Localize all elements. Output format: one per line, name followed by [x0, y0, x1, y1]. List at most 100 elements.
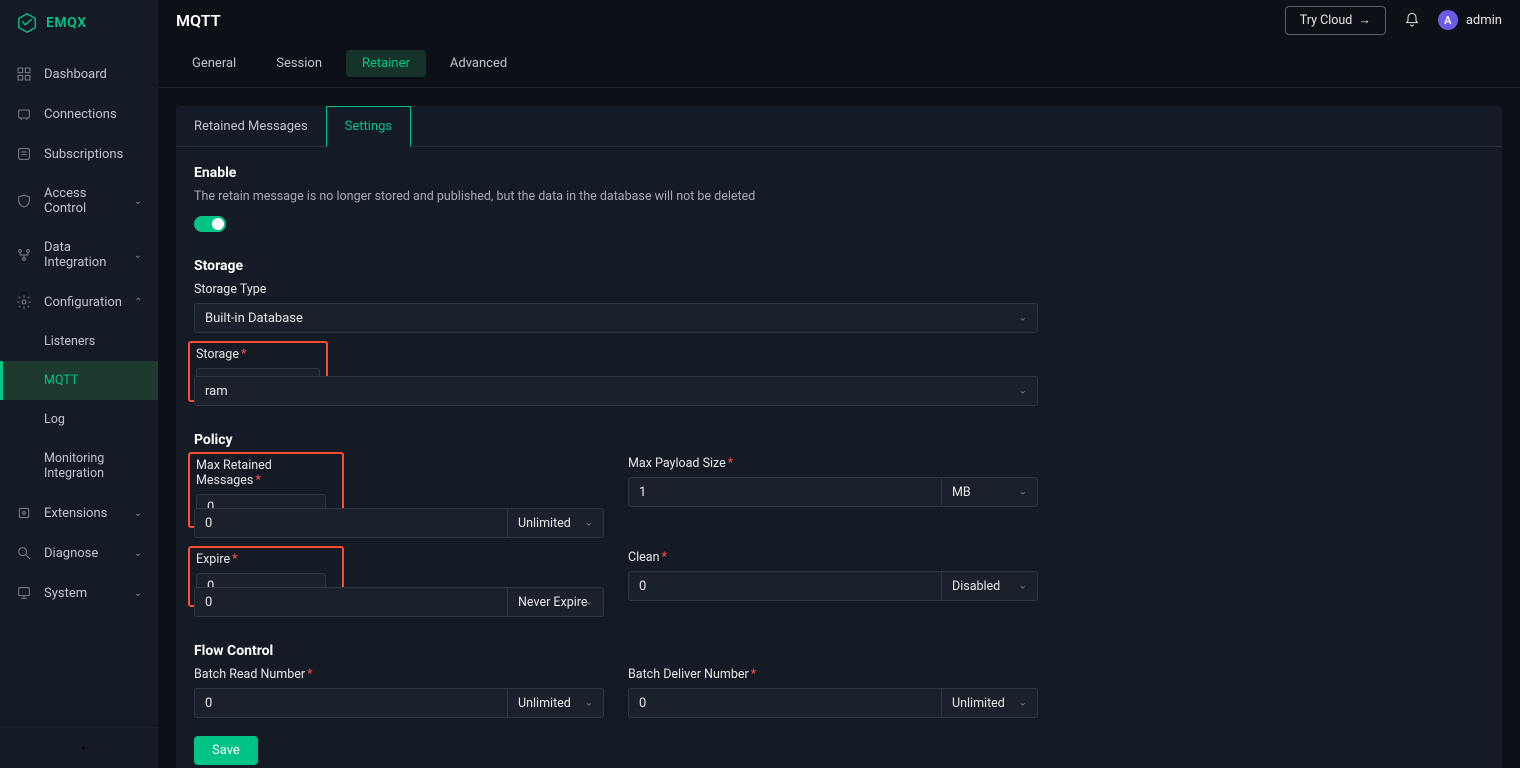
- username: admin: [1466, 13, 1502, 28]
- enable-switch[interactable]: [194, 216, 226, 232]
- batch-deliver-label: Batch Deliver Number*: [628, 667, 1038, 682]
- policy-title: Policy: [194, 432, 1484, 448]
- chevron-down-icon: ⌄: [134, 588, 142, 599]
- chevron-down-icon: ⌄: [1019, 386, 1027, 397]
- dashboard-icon: [16, 66, 32, 82]
- tab-general[interactable]: General: [176, 50, 252, 77]
- tab-session[interactable]: Session: [260, 50, 338, 77]
- gear-icon: [16, 294, 32, 310]
- brand-logo[interactable]: EMQX: [0, 0, 158, 46]
- expire-unit-select[interactable]: Never Expire ⌄: [508, 587, 604, 617]
- header: MQTT Try Cloud → A admin: [158, 0, 1520, 40]
- max-payload-label: Max Payload Size*: [628, 456, 1038, 471]
- sidebar-item-label: MQTT: [44, 373, 78, 388]
- batch-deliver-input[interactable]: [628, 688, 942, 718]
- chevron-down-icon: ⌄: [1019, 313, 1027, 324]
- notifications-icon[interactable]: [1404, 12, 1420, 28]
- integration-icon: [16, 247, 32, 263]
- tab-retained-messages[interactable]: Retained Messages: [176, 107, 326, 146]
- try-cloud-button[interactable]: Try Cloud →: [1285, 6, 1386, 35]
- plugin-icon: [16, 505, 32, 521]
- avatar: A: [1438, 10, 1458, 30]
- tab-retainer[interactable]: Retainer: [346, 50, 426, 77]
- try-cloud-label: Try Cloud: [1300, 13, 1353, 28]
- header-right: Try Cloud → A admin: [1285, 6, 1502, 35]
- card: Retained Messages Settings Enable The re…: [176, 106, 1502, 768]
- content: Retained Messages Settings Enable The re…: [158, 88, 1520, 768]
- max-payload-input[interactable]: [628, 477, 942, 507]
- brand-text: EMQX: [46, 15, 87, 31]
- storage-select[interactable]: ram ⌄: [194, 376, 1038, 406]
- chevron-down-icon: ⌄: [1019, 581, 1027, 592]
- tab-settings[interactable]: Settings: [326, 106, 411, 147]
- sidebar-item-label: System: [44, 586, 87, 601]
- sidebar-item-label: Connections: [44, 107, 117, 122]
- collapse-icon: [71, 740, 87, 756]
- batch-deliver-field: Batch Deliver Number* Unlimited ⌄: [628, 667, 1038, 718]
- max-payload-field: Max Payload Size* MB ⌄: [628, 456, 1038, 538]
- arrow-right-icon: →: [1358, 13, 1371, 28]
- user-menu[interactable]: A admin: [1438, 10, 1502, 30]
- batch-read-input[interactable]: [194, 688, 508, 718]
- sidebar-item-subscriptions[interactable]: Subscriptions: [0, 134, 158, 174]
- sidebar-item-dashboard[interactable]: Dashboard: [0, 54, 158, 94]
- page-title: MQTT: [176, 11, 221, 30]
- sidebar-item-label: Subscriptions: [44, 147, 123, 162]
- sidebar-subitem-mqtt[interactable]: MQTT: [0, 361, 158, 400]
- batch-deliver-unit-select[interactable]: Unlimited ⌄: [942, 688, 1038, 718]
- sidebar-item-connections[interactable]: Connections: [0, 94, 158, 134]
- sidebar-item-data-integration[interactable]: Data Integration ⌄: [0, 228, 158, 282]
- sidebar-item-system[interactable]: System ⌄: [0, 573, 158, 613]
- sidebar-collapse-toggle[interactable]: [0, 727, 158, 768]
- storage-type-field: Storage Type Built-in Database ⌄: [194, 282, 1038, 333]
- batch-read-unit-select[interactable]: Unlimited ⌄: [508, 688, 604, 718]
- sidebar-item-label: Log: [44, 412, 65, 427]
- section-policy: Policy Max Retained Messages* Unlimited: [176, 410, 1502, 621]
- sidebar-subitem-monitoring[interactable]: Monitoring Integration: [0, 439, 158, 493]
- sidebar-item-label: Access Control: [44, 186, 122, 216]
- sidebar-subitem-listeners[interactable]: Listeners: [0, 322, 158, 361]
- switch-knob: [212, 218, 224, 230]
- chevron-up-icon: ⌃: [134, 297, 142, 308]
- sidebar-item-label: Diagnose: [44, 546, 98, 561]
- sidebar-item-label: Dashboard: [44, 67, 107, 82]
- sidebar-subitem-log[interactable]: Log: [0, 400, 158, 439]
- sidebar-item-label: Data Integration: [44, 240, 122, 270]
- storage-value: ram: [205, 384, 228, 399]
- sidebar: EMQX Dashboard Connections Subscriptions…: [0, 0, 158, 768]
- clean-field: Clean* Disabled ⌄: [628, 550, 1038, 617]
- chevron-down-icon: ⌄: [1019, 698, 1027, 709]
- clean-unit-select[interactable]: Disabled ⌄: [942, 571, 1038, 601]
- sidebar-item-label: Monitoring Integration: [44, 451, 142, 481]
- logo-icon: [16, 12, 38, 34]
- storage-field: Storage* ram ram ⌄: [194, 345, 1038, 406]
- nav: Dashboard Connections Subscriptions Acce…: [0, 46, 158, 727]
- expire-input[interactable]: [194, 587, 508, 617]
- connections-icon: [16, 106, 32, 122]
- storage-type-label: Storage Type: [194, 282, 1038, 297]
- expire-field: Expire* Never Expire ⌄: [194, 550, 604, 617]
- shield-icon: [16, 193, 32, 209]
- system-icon: [16, 585, 32, 601]
- storage-type-select[interactable]: Built-in Database ⌄: [194, 303, 1038, 333]
- storage-type-value: Built-in Database: [205, 311, 303, 326]
- sidebar-item-label: Extensions: [44, 506, 107, 521]
- max-retained-input[interactable]: [194, 508, 508, 538]
- chevron-down-icon: ⌄: [585, 698, 593, 709]
- flow-title: Flow Control: [194, 643, 1484, 659]
- chevron-down-icon: ⌄: [134, 548, 142, 559]
- tabs-primary: General Session Retainer Advanced: [158, 40, 1520, 88]
- sidebar-item-configuration[interactable]: Configuration ⌃: [0, 282, 158, 322]
- max-payload-unit-select[interactable]: MB ⌄: [942, 477, 1038, 507]
- sidebar-item-access-control[interactable]: Access Control ⌄: [0, 174, 158, 228]
- max-retained-unit-select[interactable]: Unlimited ⌄: [508, 508, 604, 538]
- tab-advanced[interactable]: Advanced: [434, 50, 523, 77]
- clean-input[interactable]: [628, 571, 942, 601]
- save-button[interactable]: Save: [194, 736, 258, 765]
- sidebar-item-diagnose[interactable]: Diagnose ⌄: [0, 533, 158, 573]
- sidebar-item-extensions[interactable]: Extensions ⌄: [0, 493, 158, 533]
- sidebar-item-label: Listeners: [44, 334, 95, 349]
- main: General Session Retainer Advanced Retain…: [158, 40, 1520, 768]
- batch-read-field: Batch Read Number* Unlimited ⌄: [194, 667, 604, 718]
- enable-title: Enable: [194, 165, 1484, 181]
